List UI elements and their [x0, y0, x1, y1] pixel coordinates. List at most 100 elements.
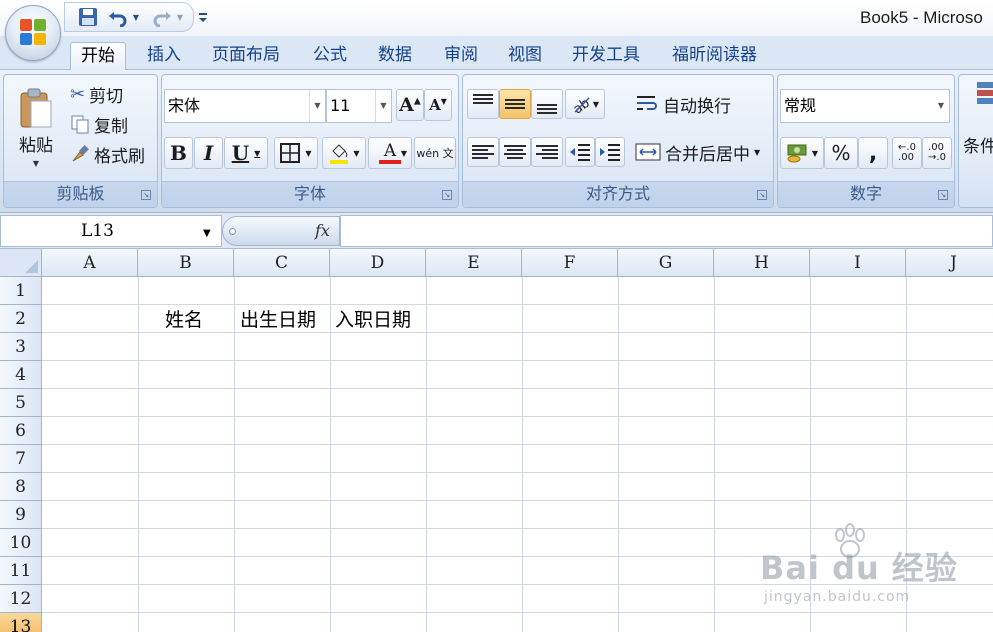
- row-header-12[interactable]: 12: [0, 585, 42, 613]
- align-right-button[interactable]: [531, 137, 563, 167]
- shrink-font-button[interactable]: A▼: [424, 89, 452, 121]
- select-all-button[interactable]: [0, 249, 42, 277]
- paste-dropdown-icon[interactable]: ▼: [33, 159, 39, 168]
- tab-view[interactable]: 视图: [498, 42, 552, 70]
- row-header-5[interactable]: 5: [0, 389, 42, 417]
- phonetic-guide-button[interactable]: wén 文: [414, 137, 456, 169]
- merge-center-button[interactable]: 合并后居中 ▼: [635, 137, 760, 167]
- resize-handle-icon[interactable]: [229, 228, 236, 235]
- cell-b2[interactable]: 姓名: [165, 306, 203, 334]
- grow-font-button[interactable]: A▲: [396, 89, 424, 121]
- fill-color-button[interactable]: ▼: [322, 137, 366, 169]
- chevron-down-icon[interactable]: ▼: [203, 228, 211, 239]
- column-header-i[interactable]: I: [810, 249, 906, 277]
- chevron-down-icon[interactable]: ▼: [353, 149, 359, 158]
- chevron-down-icon[interactable]: ▼: [401, 149, 407, 158]
- chevron-down-icon[interactable]: ▼: [375, 90, 391, 122]
- comma-style-button[interactable]: ,: [858, 137, 888, 169]
- office-button[interactable]: [5, 5, 61, 61]
- chevron-down-icon[interactable]: ▼: [309, 90, 325, 122]
- row-header-9[interactable]: 9: [0, 501, 42, 529]
- row-header-11[interactable]: 11: [0, 557, 42, 585]
- row-header-3[interactable]: 3: [0, 333, 42, 361]
- tab-insert[interactable]: 插入: [137, 42, 191, 70]
- save-button[interactable]: [75, 6, 101, 28]
- align-bottom-button[interactable]: [531, 89, 563, 119]
- increase-decimal-button[interactable]: ←.0.00: [892, 137, 922, 169]
- tab-page-layout[interactable]: 页面布局: [202, 42, 290, 70]
- percent-style-button[interactable]: %: [824, 137, 858, 169]
- row-header-4[interactable]: 4: [0, 361, 42, 389]
- tab-formulas[interactable]: 公式: [303, 42, 357, 70]
- column-header-e[interactable]: E: [426, 249, 522, 277]
- tab-data[interactable]: 数据: [368, 42, 422, 70]
- paste-button[interactable]: 粘贴 ▼: [10, 79, 62, 175]
- font-size-combo[interactable]: 11 ▼: [326, 89, 392, 123]
- cut-button[interactable]: ✂ 剪切: [70, 81, 123, 107]
- underline-button[interactable]: U ▼: [224, 137, 268, 169]
- font-color-button[interactable]: A ▼: [368, 137, 412, 169]
- font-name-combo[interactable]: 宋体 ▼: [164, 89, 326, 123]
- chevron-down-icon[interactable]: ▼: [254, 148, 260, 158]
- copy-button[interactable]: 复制: [70, 111, 128, 137]
- column-header-j[interactable]: J: [906, 249, 993, 277]
- italic-button[interactable]: I: [194, 137, 223, 169]
- font-launcher-icon[interactable]: ↘: [442, 190, 452, 200]
- chevron-down-icon[interactable]: ▼: [933, 90, 949, 122]
- accounting-format-button[interactable]: ▼: [780, 137, 824, 169]
- row-header-6[interactable]: 6: [0, 417, 42, 445]
- cell-c2[interactable]: 出生日期: [240, 306, 316, 334]
- cell-d2[interactable]: 入职日期: [335, 306, 411, 334]
- align-left-button[interactable]: [467, 137, 499, 167]
- format-painter-button[interactable]: 格式刷: [70, 141, 145, 167]
- align-left-icon: [472, 145, 494, 159]
- column-header-b[interactable]: B: [138, 249, 234, 277]
- number-launcher-icon[interactable]: ↘: [938, 190, 948, 200]
- wrap-text-button[interactable]: 自动换行: [635, 89, 731, 119]
- decrease-decimal-button[interactable]: .00 →.0: [922, 137, 952, 169]
- scissors-icon: ✂: [70, 83, 86, 105]
- insert-function-button[interactable]: fx: [315, 221, 330, 240]
- row-header-1[interactable]: 1: [0, 277, 42, 305]
- column-header-a[interactable]: A: [42, 249, 138, 277]
- row-header-7[interactable]: 7: [0, 445, 42, 473]
- customize-qat-icon[interactable]: [198, 10, 208, 27]
- conditional-formatting-icon: [975, 79, 993, 113]
- chevron-down-icon[interactable]: ▼: [754, 148, 760, 157]
- chevron-down-icon[interactable]: ▼: [305, 149, 311, 158]
- align-top-button[interactable]: [467, 89, 499, 119]
- align-middle-button[interactable]: [499, 89, 531, 119]
- borders-button[interactable]: ▼: [274, 137, 318, 169]
- tab-review[interactable]: 审阅: [434, 42, 488, 70]
- redo-button[interactable]: [149, 6, 175, 28]
- formula-input[interactable]: [340, 215, 993, 247]
- decrease-indent-button[interactable]: [565, 137, 595, 167]
- column-header-d[interactable]: D: [330, 249, 426, 277]
- conditional-formatting-button[interactable]: 条件: [963, 131, 993, 157]
- name-box[interactable]: L13: [0, 215, 222, 247]
- column-header-c[interactable]: C: [234, 249, 330, 277]
- tab-home[interactable]: 开始: [70, 42, 126, 70]
- clipboard-launcher-icon[interactable]: ↘: [141, 190, 151, 200]
- tab-developer[interactable]: 开发工具: [562, 42, 650, 70]
- bold-button[interactable]: B: [164, 137, 193, 169]
- tab-foxit-reader[interactable]: 福昕阅读器: [662, 42, 767, 70]
- align-center-button[interactable]: [499, 137, 531, 167]
- column-header-h[interactable]: H: [714, 249, 810, 277]
- copy-icon: [71, 115, 89, 134]
- row-header-10[interactable]: 10: [0, 529, 42, 557]
- row-header-8[interactable]: 8: [0, 473, 42, 501]
- increase-indent-button[interactable]: [595, 137, 625, 167]
- row-header-2[interactable]: 2: [0, 305, 42, 333]
- row-header-13[interactable]: 13: [0, 613, 42, 632]
- redo-dropdown[interactable]: ▼: [173, 6, 187, 28]
- number-format-combo[interactable]: 常规 ▼: [780, 89, 950, 123]
- alignment-launcher-icon[interactable]: ↘: [757, 190, 767, 200]
- undo-button[interactable]: [105, 6, 131, 28]
- orientation-button[interactable]: ab ▼: [565, 89, 605, 119]
- chevron-down-icon[interactable]: ▼: [812, 149, 818, 158]
- column-header-f[interactable]: F: [522, 249, 618, 277]
- chevron-down-icon[interactable]: ▼: [593, 100, 599, 109]
- column-header-g[interactable]: G: [618, 249, 714, 277]
- undo-dropdown[interactable]: ▼: [129, 6, 143, 28]
